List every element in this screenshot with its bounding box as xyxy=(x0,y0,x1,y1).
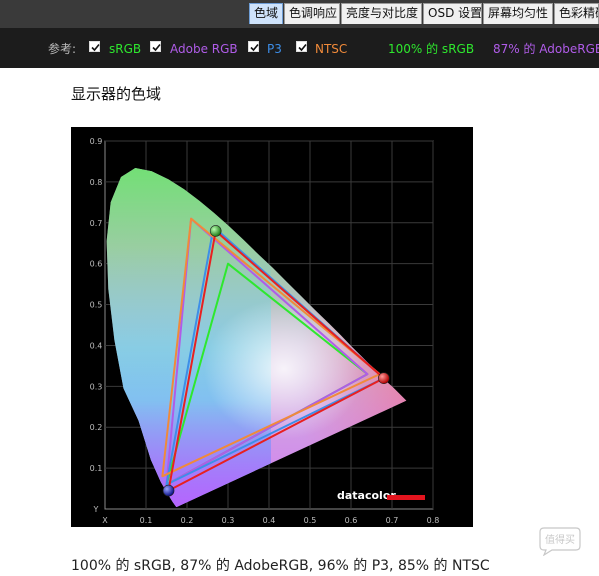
ntsc-checkbox[interactable] xyxy=(296,41,307,52)
logo-bar xyxy=(387,495,425,500)
x-tick-label: 0.5 xyxy=(304,516,317,525)
x-tick-label: 0.4 xyxy=(263,516,276,525)
y-tick-label: Y xyxy=(93,505,99,514)
spectral-locus xyxy=(106,168,407,507)
x-axis-ticks: X 0.1 0.2 0.3 0.4 0.5 0.6 0.7 0.8 xyxy=(102,516,439,525)
x-tick-label: 0.6 xyxy=(345,516,358,525)
tab-bar: 色域 色调响应 亮度与对比度 OSD 设置 屏幕均匀性 色彩精确 xyxy=(0,0,599,28)
watermark-text: 值得买 xyxy=(545,533,575,546)
tab-color-accuracy[interactable]: 色彩精确 xyxy=(554,3,599,24)
tab-osd-settings[interactable]: OSD 设置 xyxy=(423,3,482,24)
blue-primary-point xyxy=(162,484,175,497)
adobe-rgb-coverage: 87% 的 AdobeRGB xyxy=(493,42,599,56)
page-title: 显示器的色域 xyxy=(71,85,162,103)
y-tick-label: 0.8 xyxy=(90,178,103,187)
reference-bar: 参考: sRGB Adobe RGB P3 NTSC 100% 的 sRGB 8… xyxy=(0,28,599,68)
reference-label: 参考: xyxy=(48,42,77,56)
x-tick-label: 0.8 xyxy=(427,516,440,525)
srgb-checkbox[interactable] xyxy=(89,41,100,52)
srgb-coverage: 100% 的 sRGB xyxy=(388,42,475,56)
x-tick-label: 0.7 xyxy=(386,516,399,525)
y-tick-label: 0.2 xyxy=(90,423,103,432)
gamut-chart: X 0.1 0.2 0.3 0.4 0.5 0.6 0.7 0.8 Y 0.1 0.2 0.3 0.4 0… xyxy=(71,127,473,527)
y-tick-label: 0.7 xyxy=(90,219,103,228)
y-tick-label: 0.3 xyxy=(90,382,103,391)
p3-legend-label: P3 xyxy=(267,42,282,56)
y-tick-label: 0.5 xyxy=(90,301,103,310)
red-primary-point xyxy=(377,372,390,384)
adobe-rgb-legend-label: Adobe RGB xyxy=(170,42,238,56)
watermark: 值得买 xyxy=(536,526,582,557)
srgb-legend-label: sRGB xyxy=(109,42,142,56)
tab-color-gamut[interactable]: 色域 xyxy=(249,3,283,24)
datacolor-logo: datacolor xyxy=(337,489,425,502)
gamut-chart-svg: X 0.1 0.2 0.3 0.4 0.5 0.6 0.7 0.8 Y 0.1 0.2 0.3 0.4 0… xyxy=(90,137,440,525)
x-tick-label: X xyxy=(102,516,108,525)
tab-brightness-contrast[interactable]: 亮度与对比度 xyxy=(341,3,422,24)
green-primary-point xyxy=(209,225,222,237)
p3-checkbox[interactable] xyxy=(248,41,259,52)
y-tick-label: 0.9 xyxy=(90,137,103,146)
gamut-summary: 100% 的 sRGB, 87% 的 AdobeRGB, 96% 的 P3, 8… xyxy=(71,558,490,574)
y-axis-ticks: Y 0.1 0.2 0.3 0.4 0.5 0.6 0.7 0.8 0.9 xyxy=(90,137,103,514)
x-tick-label: 0.1 xyxy=(140,516,153,525)
tab-screen-uniformity[interactable]: 屏幕均匀性 xyxy=(483,3,553,24)
x-tick-label: 0.3 xyxy=(222,516,235,525)
y-tick-label: 0.4 xyxy=(90,341,103,350)
y-tick-label: 0.6 xyxy=(90,260,103,269)
adobe-rgb-checkbox[interactable] xyxy=(150,41,161,52)
ntsc-legend-label: NTSC xyxy=(315,42,348,56)
tab-tone-response[interactable]: 色调响应 xyxy=(284,3,340,24)
x-tick-label: 0.2 xyxy=(181,516,194,525)
y-tick-label: 0.1 xyxy=(90,464,103,473)
watermark-badge-icon: 值得买 xyxy=(539,527,581,557)
